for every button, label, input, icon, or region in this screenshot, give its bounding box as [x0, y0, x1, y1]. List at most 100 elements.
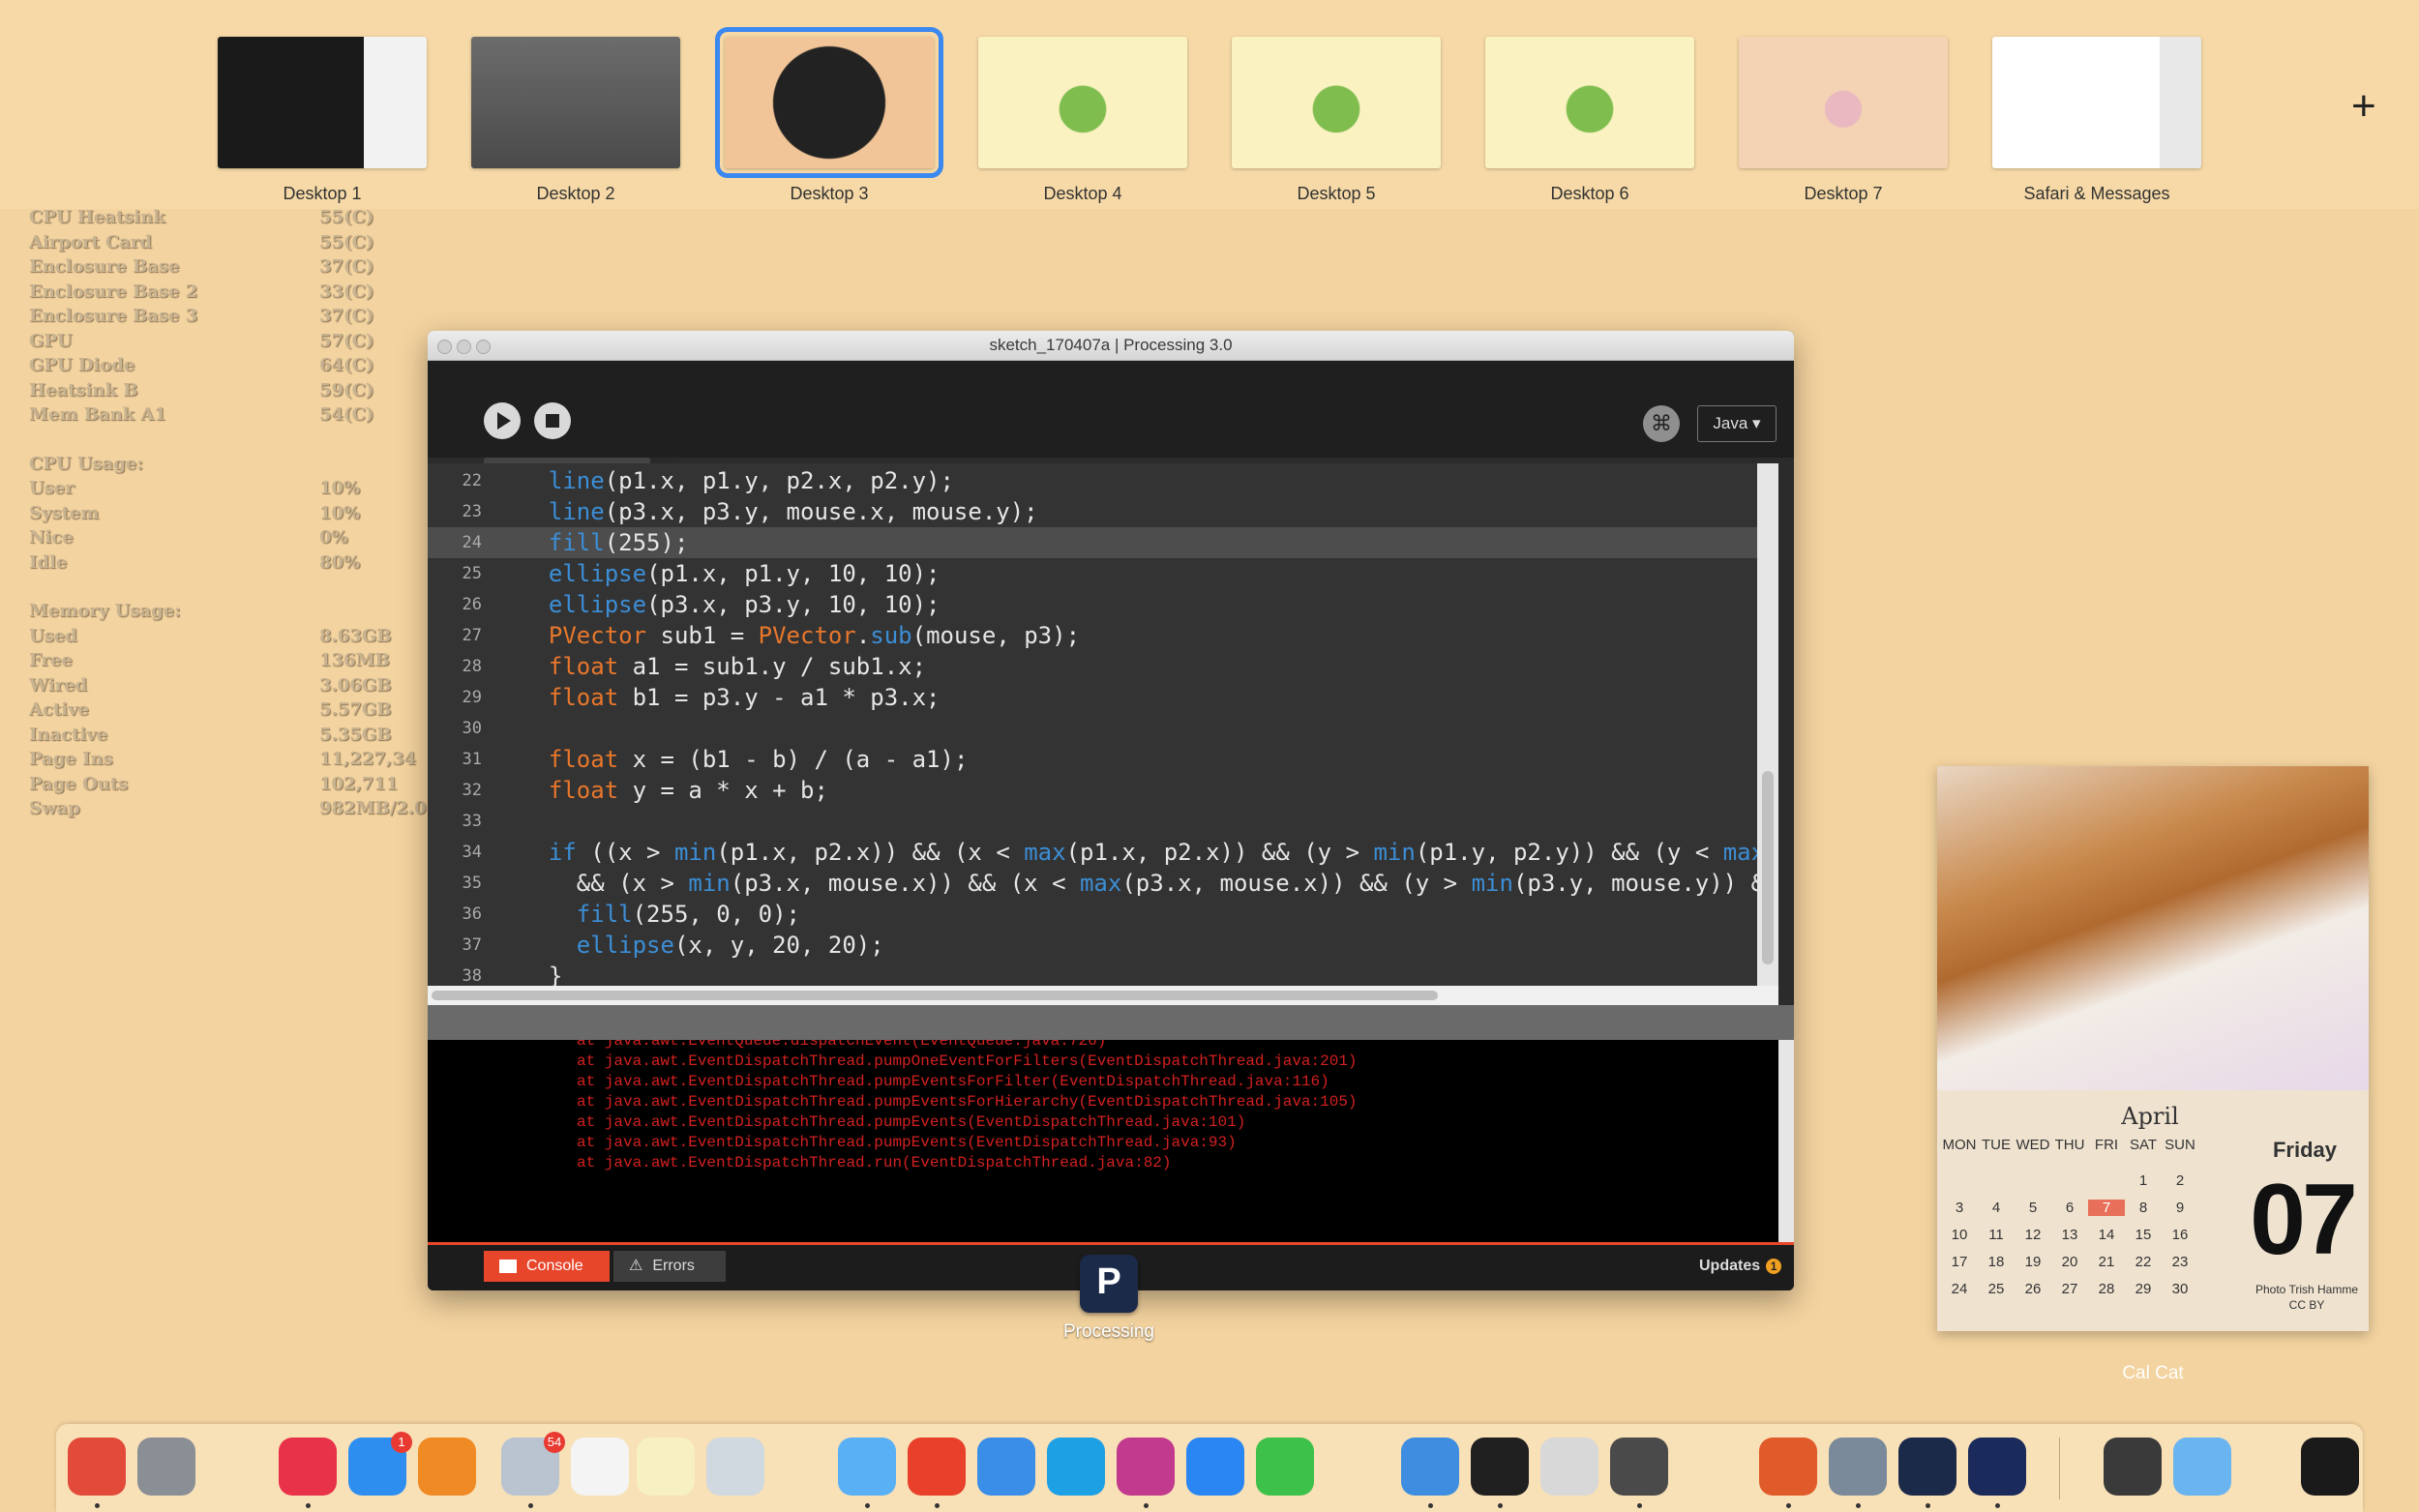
stop-button[interactable] — [534, 402, 571, 439]
calendar-icon[interactable] — [571, 1438, 629, 1496]
photoshop-icon[interactable] — [1968, 1438, 2026, 1496]
code-line[interactable]: 32 float y = a * x + b; — [428, 775, 1757, 806]
title-bar[interactable]: sketch_170407a | Processing 3.0 — [428, 331, 1794, 361]
mail-icon[interactable]: 54 — [501, 1432, 565, 1496]
calendar-day: 1 — [2138, 1172, 2148, 1189]
code-line[interactable]: 36 fill(255, 0, 0); — [428, 899, 1757, 930]
code-line[interactable]: 34 if ((x > min(p1.x, p2.x)) && (x < max… — [428, 837, 1757, 868]
code-line[interactable]: 26 ellipse(p3.x, p3.y, 10, 10); — [428, 589, 1757, 620]
code-line[interactable]: 33 — [428, 806, 1757, 837]
heatmap-icon[interactable] — [1759, 1438, 1817, 1496]
whatsapp-icon[interactable] — [1256, 1438, 1314, 1496]
errors-tab-label: Errors — [652, 1258, 695, 1274]
terminal-icon[interactable] — [1471, 1438, 1529, 1496]
console-line: at java.awt.EventDispatchThread.pumpEven… — [577, 1134, 1237, 1151]
console-scrollbar[interactable] — [1778, 1040, 1794, 1243]
code-line[interactable]: 37 ellipse(x, y, 20, 20); — [428, 930, 1757, 961]
line-number: 38 — [462, 966, 482, 986]
messenger-icon[interactable] — [1186, 1438, 1244, 1496]
space-label: Desktop 1 — [283, 184, 362, 203]
console-tab[interactable]: Console — [484, 1251, 610, 1282]
disk-utility-icon[interactable] — [1610, 1438, 1668, 1496]
sensor-value: 8.63GB — [319, 625, 392, 646]
code-line[interactable]: 38 } — [428, 961, 1757, 986]
code-line[interactable]: 31 float x = (b1 - b) / (a - a1); — [428, 744, 1757, 775]
launchpad-icon[interactable] — [137, 1438, 195, 1496]
close-button[interactable] — [437, 340, 452, 354]
line-number: 37 — [462, 935, 482, 955]
editor-horizontal-scrollbar[interactable] — [428, 986, 1778, 1005]
sensor-value: 10% — [319, 478, 361, 498]
updates-button[interactable]: Updates 1 — [1699, 1251, 1782, 1282]
processing-app-icon[interactable]: P — [1080, 1255, 1138, 1313]
window-label: Processing — [1063, 1321, 1154, 1342]
add-space-button[interactable]: + — [2351, 85, 2376, 128]
space-6[interactable]: Desktop 6 — [1478, 37, 1701, 204]
code-line[interactable]: 29 float b1 = p3.y - a1 * p3.x; — [428, 682, 1757, 713]
iphone-config-icon[interactable] — [1540, 1438, 1598, 1496]
code-line[interactable]: 28 float a1 = sub1.y / sub1.x; — [428, 651, 1757, 682]
code-line[interactable]: 25 ellipse(p1.x, p1.y, 10, 10); — [428, 558, 1757, 589]
scream-icon[interactable] — [977, 1438, 1035, 1496]
preview-icon[interactable] — [706, 1438, 764, 1496]
space-3[interactable]: Desktop 3 — [715, 27, 943, 204]
app-store-icon[interactable]: 1 — [348, 1432, 412, 1496]
keyboard-icon[interactable] — [2104, 1438, 2162, 1496]
ibooks-icon[interactable] — [418, 1438, 476, 1496]
messages-icon[interactable] — [838, 1438, 896, 1496]
processing-icon[interactable] — [1898, 1438, 1956, 1496]
console-output[interactable]: at java.awt.EventQueue.dispatchEvent(Eve… — [428, 1040, 1778, 1243]
sensor-name: Free — [29, 650, 73, 670]
line-number: 32 — [462, 781, 482, 800]
sensor-row: Page Ins 11,227,34 — [29, 749, 435, 774]
sensor-name: Enclosure Base — [29, 256, 180, 277]
zoom-button[interactable] — [476, 340, 491, 354]
sensor-row: GPU 57(C) — [29, 331, 435, 356]
run-button[interactable] — [484, 402, 521, 439]
image-capture-icon[interactable] — [1829, 1438, 1887, 1496]
sensor-name: Idle — [29, 551, 68, 573]
space-4[interactable]: Desktop 4 — [971, 37, 1194, 204]
console-line: at java.awt.EventDispatchThread.pumpOneE… — [577, 1052, 1358, 1070]
space-2[interactable]: Desktop 2 — [464, 37, 687, 204]
code-line[interactable]: 30 — [428, 713, 1757, 744]
space-1[interactable]: Desktop 1 — [211, 37, 433, 204]
space-5[interactable]: Desktop 5 — [1225, 37, 1448, 204]
space-label: Desktop 2 — [536, 184, 615, 203]
space-thumbnail — [471, 37, 680, 168]
sensor-row: Airport Card 55(C) — [29, 232, 435, 257]
editor-vertical-scrollbar[interactable] — [1757, 463, 1778, 986]
code-line[interactable]: 27 PVector sub1 = PVector.sub(mouse, p3)… — [428, 620, 1757, 651]
trash-icon[interactable] — [2301, 1438, 2359, 1496]
code-line[interactable]: 35 && (x > min(p3.x, mouse.x)) && (x < m… — [428, 868, 1757, 899]
weibo-icon[interactable] — [908, 1438, 966, 1496]
notes-icon[interactable] — [637, 1438, 695, 1496]
space-8[interactable]: Safari & Messages — [1986, 37, 2208, 204]
debug-button[interactable]: ⌘ — [1643, 405, 1680, 442]
mode-select[interactable]: Java ▾ — [1697, 405, 1777, 442]
calendar-widget[interactable]: April Friday 07 Photo Trish Hamme CC BY … — [1937, 766, 2369, 1331]
sensor-value: 64(C) — [319, 355, 374, 375]
calendar-day: 28 — [2098, 1281, 2115, 1297]
line-number: 26 — [462, 595, 482, 614]
skype-icon[interactable] — [1047, 1438, 1105, 1496]
code-line[interactable]: 22 line(p1.x, p1.y, p2.x, p2.y); — [428, 465, 1757, 496]
sensor-row: CPU Heatsink 55(C) — [29, 207, 435, 232]
code-text: ellipse(p1.x, p1.y, 10, 10); — [548, 560, 941, 587]
errors-tab[interactable]: ⚠ Errors — [613, 1251, 726, 1282]
running-indicator — [1995, 1503, 2000, 1508]
calendar-day: 7 — [2088, 1200, 2125, 1216]
code-line[interactable]: 24 fill(255); — [428, 527, 1757, 558]
sensor-value: 33(C) — [319, 281, 374, 302]
finder-icon[interactable] — [68, 1438, 126, 1496]
code-editor[interactable]: 22 line(p1.x, p1.y, p2.x, p2.y); 23 line(… — [428, 463, 1757, 986]
instagram-icon[interactable] — [1117, 1438, 1175, 1496]
itunes-icon[interactable] — [279, 1438, 337, 1496]
space-thumbnail — [978, 37, 1187, 168]
folder-icon[interactable] — [2173, 1438, 2231, 1496]
minimize-button[interactable] — [457, 340, 471, 354]
space-7[interactable]: Desktop 7 — [1732, 37, 1955, 204]
safari-icon[interactable] — [1401, 1438, 1459, 1496]
code-line[interactable]: 23 line(p3.x, p3.y, mouse.x, mouse.y); — [428, 496, 1757, 527]
sensor-name: User — [29, 478, 75, 498]
